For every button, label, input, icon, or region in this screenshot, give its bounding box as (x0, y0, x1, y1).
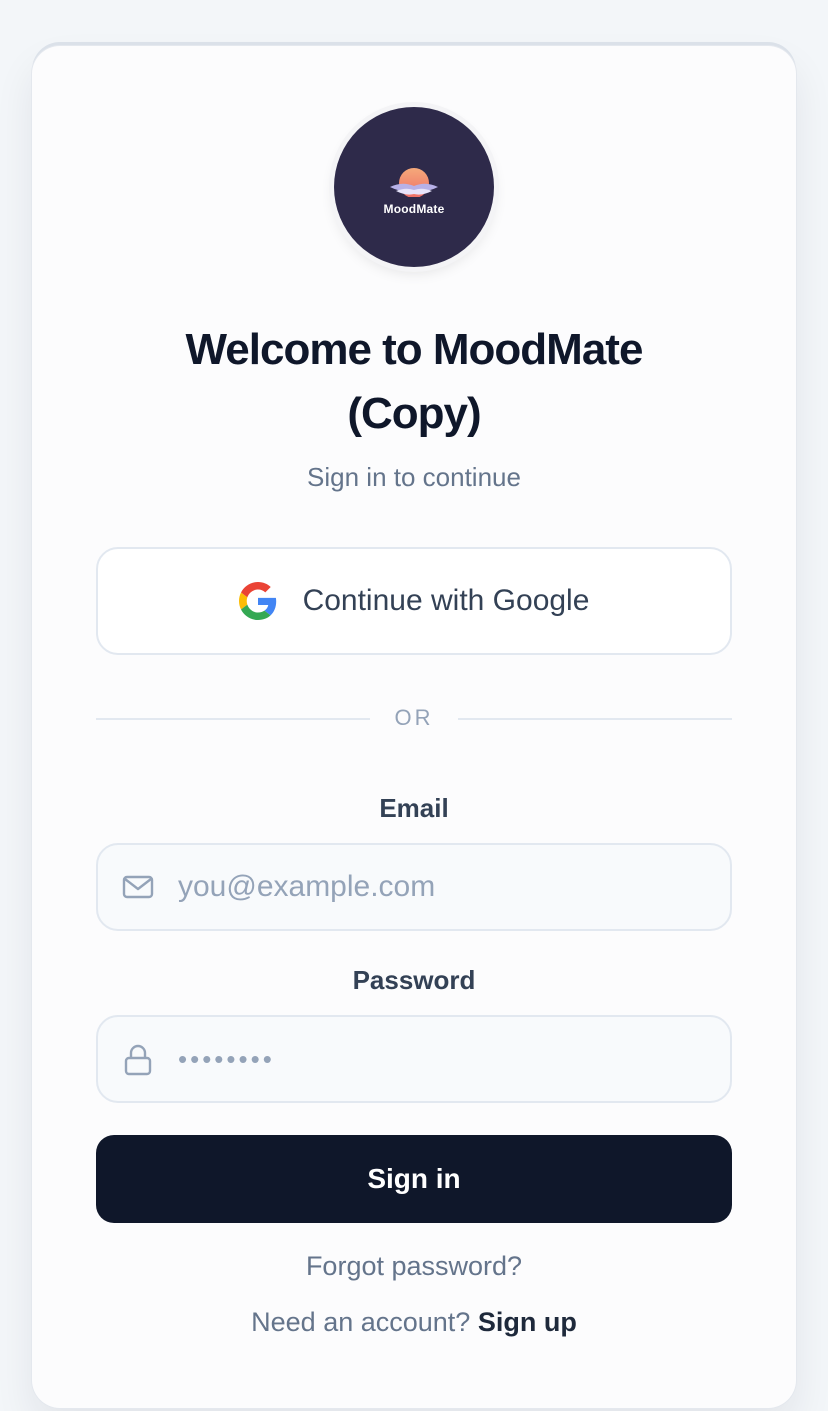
title-line-1: Welcome to MoodMate (185, 325, 644, 374)
title-line-2: (Copy) (347, 389, 481, 438)
continue-with-google-button[interactable]: Continue with Google (96, 547, 732, 655)
divider-line-right (458, 718, 732, 720)
email-input[interactable] (178, 845, 708, 929)
sign-up-link[interactable]: Sign up (478, 1307, 577, 1337)
password-input[interactable] (178, 1017, 708, 1101)
logo-text: MoodMate (383, 202, 445, 216)
sunrise-icon (390, 168, 438, 197)
google-button-label: Continue with Google (302, 584, 590, 617)
signup-prompt: Need an account? (251, 1307, 471, 1337)
password-label: Password (352, 965, 476, 995)
sign-in-button[interactable]: Sign in (96, 1135, 732, 1223)
email-field[interactable] (96, 843, 732, 931)
signup-row: Need an account? Sign up (32, 1307, 796, 1338)
login-card: MoodMate Welcome to MoodMate (Copy) Sign… (32, 46, 796, 1408)
forgot-password-row: Forgot password? (32, 1251, 796, 1282)
or-divider: OR (96, 705, 732, 730)
forgot-password-link[interactable]: Forgot password? (306, 1251, 522, 1281)
email-label: Email (379, 793, 449, 823)
moodmate-logo: MoodMate (334, 107, 494, 267)
password-field[interactable] (96, 1015, 732, 1103)
page-title: Welcome to MoodMate (Copy) (72, 318, 756, 446)
mail-icon (122, 875, 154, 899)
page-subtitle: Sign in to continue (307, 462, 521, 492)
google-g-icon (238, 582, 276, 620)
lock-icon (124, 1044, 152, 1076)
